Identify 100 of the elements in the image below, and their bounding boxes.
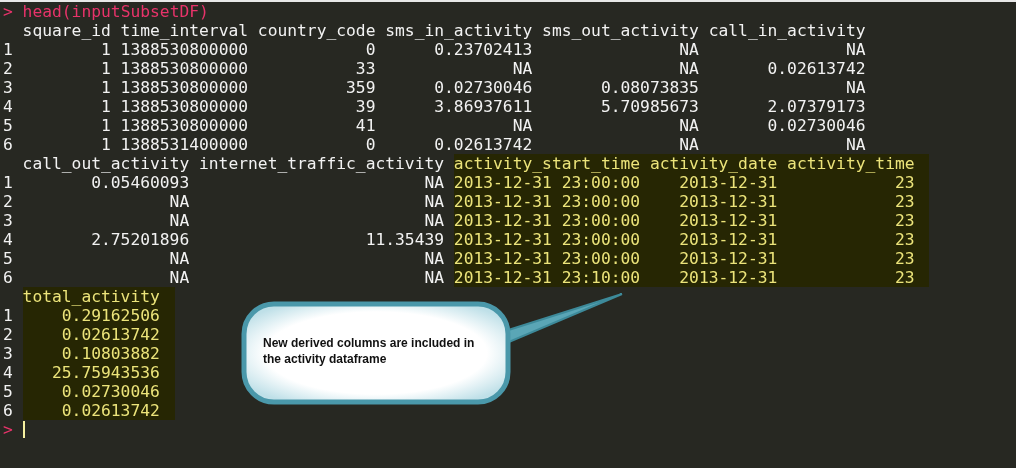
table-cell: 1388530800000 <box>120 59 249 78</box>
table-cell-text: 1 <box>100 135 111 154</box>
table-cell-text: 0.29162506 <box>60 306 160 325</box>
row-label: 5 <box>3 382 13 401</box>
table-cell-text: 25.75943536 <box>51 363 160 382</box>
table-cell-text: 0.02730046 <box>433 78 533 97</box>
prompt-symbol: > <box>3 2 13 21</box>
table-cell-text: NA <box>168 192 190 211</box>
row-label: 3 <box>3 344 13 363</box>
table-cell-text: 0 <box>364 40 376 59</box>
column-header: time_interval <box>120 21 249 40</box>
table-cell-text: 0.02613742 <box>766 59 866 78</box>
row-label: 4 <box>3 363 13 382</box>
column-header: country_code <box>257 21 376 40</box>
row-label: 6 <box>3 268 13 287</box>
table-cell-text: 2.75201896 <box>90 230 190 249</box>
table-cell: 1388530800000 <box>120 78 249 97</box>
row-label: 5 <box>3 116 13 135</box>
table-cell: 1388530800000 <box>120 40 249 59</box>
column-header: square_id <box>22 21 111 40</box>
column-header: total_activity <box>22 287 160 306</box>
row-label: 6 <box>3 135 13 154</box>
table-cell-text: 1 <box>100 59 111 78</box>
row-label: 3 <box>3 78 13 97</box>
row-label: 1 <box>3 173 13 192</box>
table-cell-text: 3.86937611 <box>433 97 533 116</box>
table-cell: 1388531400000 <box>120 135 249 154</box>
table-cell-text: 2013-12-31 <box>678 268 778 287</box>
table-cell-text: NA <box>678 116 699 135</box>
row-label: 6 <box>3 401 13 420</box>
table-cell-text: NA <box>511 116 533 135</box>
table-cell-text: NA <box>423 249 445 268</box>
table-cell-text: NA <box>511 59 533 78</box>
table-cell-text: 2013-12-31 <box>678 173 778 192</box>
prompt-symbol: > <box>3 420 13 439</box>
column-header: call_out_activity <box>22 154 190 173</box>
table-cell-text: 1 <box>100 116 111 135</box>
table-cell-text: 0.05460093 <box>90 173 190 192</box>
table-cell-text: NA <box>168 211 190 230</box>
table-cell-text: 23 <box>893 249 915 268</box>
table-cell-text: 23 <box>893 230 915 249</box>
table-cell: 2013-12-31 23:00:00 <box>453 230 641 249</box>
table-cell-text: 2013-12-31 <box>678 192 778 211</box>
table-cell-text: 5.70985673 <box>599 97 699 116</box>
table-cell-text: 1 <box>100 40 111 59</box>
row-label: 2 <box>3 192 13 211</box>
table-cell-text: 1 <box>100 97 111 116</box>
table-cell-text: 2013-12-31 <box>678 230 778 249</box>
column-header: call_in_activity <box>708 21 866 40</box>
table-cell-text: 23 <box>893 211 915 230</box>
table-cell-text: NA <box>678 59 699 78</box>
column-header: sms_out_activity <box>542 21 699 40</box>
row-label: 1 <box>3 306 13 325</box>
table-cell-text: NA <box>423 192 445 211</box>
column-header: activity_date <box>649 154 778 173</box>
row-label: 2 <box>3 325 13 344</box>
table-cell-text: 0.23702413 <box>433 40 533 59</box>
table-cell-text: 359 <box>345 78 376 97</box>
table-cell-text: NA <box>678 40 699 59</box>
row-label: 2 <box>3 59 13 78</box>
table-cell-text: NA <box>423 211 445 230</box>
table-cell-text: NA <box>678 135 699 154</box>
table-cell: 2013-12-31 23:00:00 <box>453 173 641 192</box>
table-cell: 1388530800000 <box>120 97 249 116</box>
table-cell-text: 0.08073835 <box>599 78 699 97</box>
row-label: 3 <box>3 211 13 230</box>
column-header: sms_in_activity <box>385 21 533 40</box>
table-cell-text: 39 <box>354 97 376 116</box>
table-cell-text: 0.02613742 <box>60 401 160 420</box>
table-cell: 2013-12-31 23:00:00 <box>453 211 641 230</box>
table-cell-text: 33 <box>354 59 376 78</box>
table-cell-text: NA <box>844 78 866 97</box>
table-cell-text: 23 <box>893 192 915 211</box>
table-cell: 2013-12-31 23:00:00 <box>453 192 641 211</box>
column-header: activity_time <box>787 154 915 173</box>
callout-text: New derived columns are included in the activity dataframe <box>263 335 476 367</box>
table-cell-text: 0.02613742 <box>60 325 160 344</box>
row-label: 4 <box>3 97 13 116</box>
table-cell-text: 1 <box>100 78 111 97</box>
row-label: 5 <box>3 249 13 268</box>
table-cell-text: NA <box>844 40 866 59</box>
table-cell-text: 23 <box>893 268 915 287</box>
table-cell: 1388530800000 <box>120 116 249 135</box>
column-header: activity_start_time <box>453 154 641 173</box>
table-cell-text: NA <box>423 268 445 287</box>
row-label: 1 <box>3 40 13 59</box>
table-cell-text: NA <box>168 249 190 268</box>
table-cell-text: NA <box>844 135 866 154</box>
table-cell-text: 0.02730046 <box>766 116 866 135</box>
table-cell-text: 0.10803882 <box>60 344 160 363</box>
table-cell-text: 0.02730046 <box>60 382 160 401</box>
table-cell-text: 2013-12-31 <box>678 249 778 268</box>
table-cell-text: 2.07379173 <box>766 97 866 116</box>
table-cell-text: 41 <box>354 116 376 135</box>
command-text: head(inputSubsetDF) <box>22 2 209 21</box>
table-cell: 2013-12-31 23:10:00 <box>453 268 641 287</box>
table-cell-text: NA <box>423 173 445 192</box>
table-cell-text: 0.02613742 <box>433 135 533 154</box>
table-cell-text: 23 <box>893 173 915 192</box>
table-cell-text: 0 <box>364 135 376 154</box>
